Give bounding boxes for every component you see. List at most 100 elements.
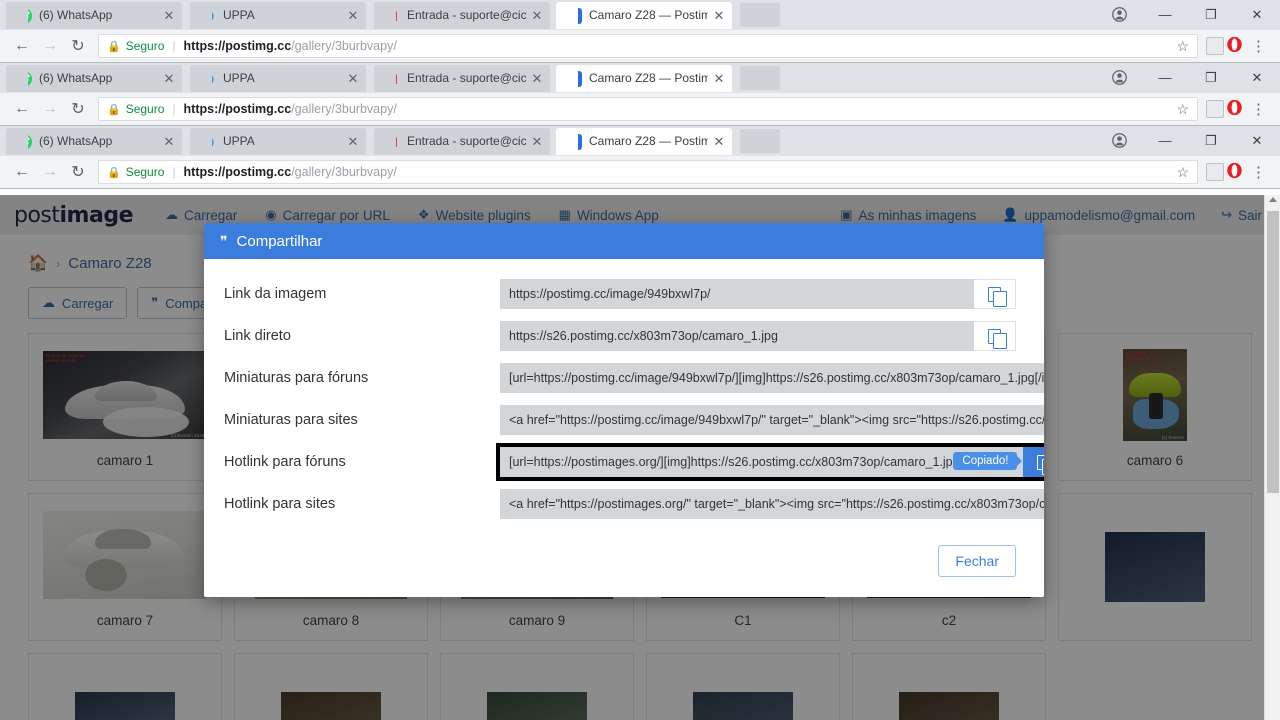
forward-button[interactable]: → <box>36 32 64 60</box>
tab-close-icon[interactable]: ✕ <box>528 133 546 151</box>
tab-whatsapp[interactable]: ☎ (6) WhatsApp ✕ <box>6 65 182 92</box>
tab-whatsapp[interactable]: ☎ (6) WhatsApp ✕ <box>6 128 182 155</box>
tab-close-icon[interactable]: ✕ <box>344 133 362 151</box>
hotlink-sites-input[interactable]: <a href="https://postimages.org/" target… <box>500 489 1044 519</box>
field-label: Link da imagem <box>224 286 327 302</box>
minimize-button[interactable]: — <box>1142 126 1188 155</box>
browser-menu-button[interactable]: ⋮ <box>1245 37 1272 55</box>
copied-tooltip: Copiado! <box>953 452 1018 470</box>
address-bar[interactable]: 🔒 Seguro | https://postimg.cc/gallery/3b… <box>98 160 1198 184</box>
opera-icon[interactable] <box>1226 162 1243 182</box>
tab-close-icon[interactable]: ✕ <box>710 70 728 88</box>
maximize-button[interactable]: ❐ <box>1188 0 1234 29</box>
tab-close-icon[interactable]: ✕ <box>160 7 178 25</box>
miniaturas-sites-input[interactable]: <a href="https://postimg.cc/image/949bxw… <box>500 405 1044 435</box>
gmail-icon: M <box>386 70 398 87</box>
profile-icon[interactable] <box>1096 126 1142 155</box>
close-dialog-button[interactable]: Fechar <box>938 545 1016 577</box>
reload-button[interactable]: ↻ <box>64 95 92 123</box>
field-label: Miniaturas para fóruns <box>224 370 369 386</box>
tab-close-icon[interactable]: ✕ <box>528 7 546 25</box>
close-window-button[interactable]: ✕ <box>1234 126 1280 155</box>
tab-close-icon[interactable]: ✕ <box>710 7 728 25</box>
share-field-miniaturas-para-foruns: Miniaturas para fóruns [url=https://post… <box>222 363 1044 393</box>
tab-gmail[interactable]: M Entrada - suporte@ciclad ✕ <box>374 65 550 92</box>
address-bar[interactable]: 🔒 Seguro | https://postimg.cc/gallery/3b… <box>98 34 1198 58</box>
bookmark-star-icon[interactable]: ☆ <box>1170 38 1189 55</box>
tab-uppa[interactable]: ◉ UPPA ✕ <box>190 2 366 29</box>
extension-icon[interactable] <box>1206 100 1224 118</box>
reload-button[interactable]: ↻ <box>64 158 92 186</box>
lock-icon: 🔒 <box>107 166 121 179</box>
address-bar[interactable]: 🔒 Seguro | https://postimg.cc/gallery/3b… <box>98 97 1198 121</box>
bookmark-star-icon[interactable]: ☆ <box>1170 101 1189 118</box>
tab-strip: ☎ (6) WhatsApp ✕ ◉ UPPA ✕ M Entrada - su… <box>0 0 1280 29</box>
tab-title: Entrada - suporte@ciclad <box>407 134 526 148</box>
extension-icon[interactable] <box>1206 163 1224 181</box>
minimize-button[interactable]: — <box>1142 0 1188 29</box>
tab-postimage[interactable]: P Camaro Z28 — Postimag ✕ <box>556 65 732 92</box>
back-button[interactable]: ← <box>8 158 36 186</box>
toolbar-extensions: ⋮ <box>1206 162 1272 182</box>
hotlink-foruns-input[interactable]: [url=https://postimages.org/][img]https:… <box>500 447 1024 477</box>
forward-button[interactable]: → <box>36 95 64 123</box>
opera-icon[interactable] <box>1226 36 1243 56</box>
tab-uppa[interactable]: ◉ UPPA ✕ <box>190 65 366 92</box>
copy-button[interactable] <box>974 279 1016 309</box>
url-text: https://postimg.cc/gallery/3burbvapy/ <box>184 165 397 179</box>
copy-button[interactable] <box>974 321 1016 351</box>
tab-postimage[interactable]: P Camaro Z28 — Postimag ✕ <box>556 128 732 155</box>
tab-title: (6) WhatsApp <box>39 8 113 22</box>
url-path: /gallery/3burbvapy/ <box>291 165 397 179</box>
minimize-button[interactable]: — <box>1142 63 1188 92</box>
tab-uppa[interactable]: ◉ UPPA ✕ <box>190 128 366 155</box>
scroll-up-icon[interactable] <box>1268 197 1277 202</box>
share-field-hotlink-para-sites: Hotlink para sites <a href="https://post… <box>222 489 1044 519</box>
url-path: /gallery/3burbvapy/ <box>291 39 397 53</box>
extension-icon[interactable] <box>1206 37 1224 55</box>
lock-icon: 🔒 <box>107 103 121 116</box>
forward-button[interactable]: → <box>36 158 64 186</box>
link-da-imagem-input[interactable]: https://postimg.cc/image/949bxwl7p/ <box>500 279 974 309</box>
share-field-hotlink-para-foruns: Hotlink para fóruns [url=https://postima… <box>222 443 1044 481</box>
new-tab-button[interactable] <box>740 66 780 90</box>
tab-close-icon[interactable]: ✕ <box>344 70 362 88</box>
browser-menu-button[interactable]: ⋮ <box>1245 163 1272 181</box>
tab-close-icon[interactable]: ✕ <box>160 133 178 151</box>
tab-gmail[interactable]: M Entrada - suporte@ciclad ✕ <box>374 2 550 29</box>
close-window-button[interactable]: ✕ <box>1234 0 1280 29</box>
tab-postimage[interactable]: P Camaro Z28 — Postimag ✕ <box>556 2 732 29</box>
opera-icon[interactable] <box>1226 99 1243 119</box>
profile-icon[interactable] <box>1096 0 1142 29</box>
new-tab-button[interactable] <box>740 3 780 27</box>
link-direto-input[interactable]: https://s26.postimg.cc/x803m73op/camaro_… <box>500 321 974 351</box>
tab-gmail[interactable]: M Entrada - suporte@ciclad ✕ <box>374 128 550 155</box>
close-window-button[interactable]: ✕ <box>1234 63 1280 92</box>
profile-icon[interactable] <box>1096 63 1142 92</box>
url-path: /gallery/3burbvapy/ <box>291 102 397 116</box>
back-button[interactable]: ← <box>8 95 36 123</box>
field-label: Link direto <box>224 328 291 344</box>
secure-label: Seguro <box>125 39 165 53</box>
field-label: Hotlink para sites <box>224 496 336 512</box>
share-field-link-direto: Link direto https://s26.postimg.cc/x803m… <box>222 321 1016 351</box>
share-dialog-footer: Fechar <box>204 539 1044 597</box>
tab-whatsapp[interactable]: ☎ (6) WhatsApp ✕ <box>6 2 182 29</box>
toolbar-extensions: ⋮ <box>1206 36 1272 56</box>
url-separator: | <box>172 165 176 179</box>
tab-close-icon[interactable]: ✕ <box>160 70 178 88</box>
scrollbar-thumb[interactable] <box>1267 211 1279 493</box>
tab-close-icon[interactable]: ✕ <box>528 70 546 88</box>
maximize-button[interactable]: ❐ <box>1188 63 1234 92</box>
reload-button[interactable]: ↻ <box>64 32 92 60</box>
miniaturas-foruns-input[interactable]: [url=https://postimg.cc/image/949bxwl7p/… <box>500 363 1044 393</box>
tab-close-icon[interactable]: ✕ <box>710 133 728 151</box>
copy-button-active[interactable] <box>1023 447 1044 477</box>
back-button[interactable]: ← <box>8 32 36 60</box>
maximize-button[interactable]: ❐ <box>1188 126 1234 155</box>
bookmark-star-icon[interactable]: ☆ <box>1170 164 1189 181</box>
new-tab-button[interactable] <box>740 129 780 153</box>
tab-close-icon[interactable]: ✕ <box>344 7 362 25</box>
vertical-scrollbar[interactable] <box>1264 195 1280 720</box>
browser-menu-button[interactable]: ⋮ <box>1245 100 1272 118</box>
